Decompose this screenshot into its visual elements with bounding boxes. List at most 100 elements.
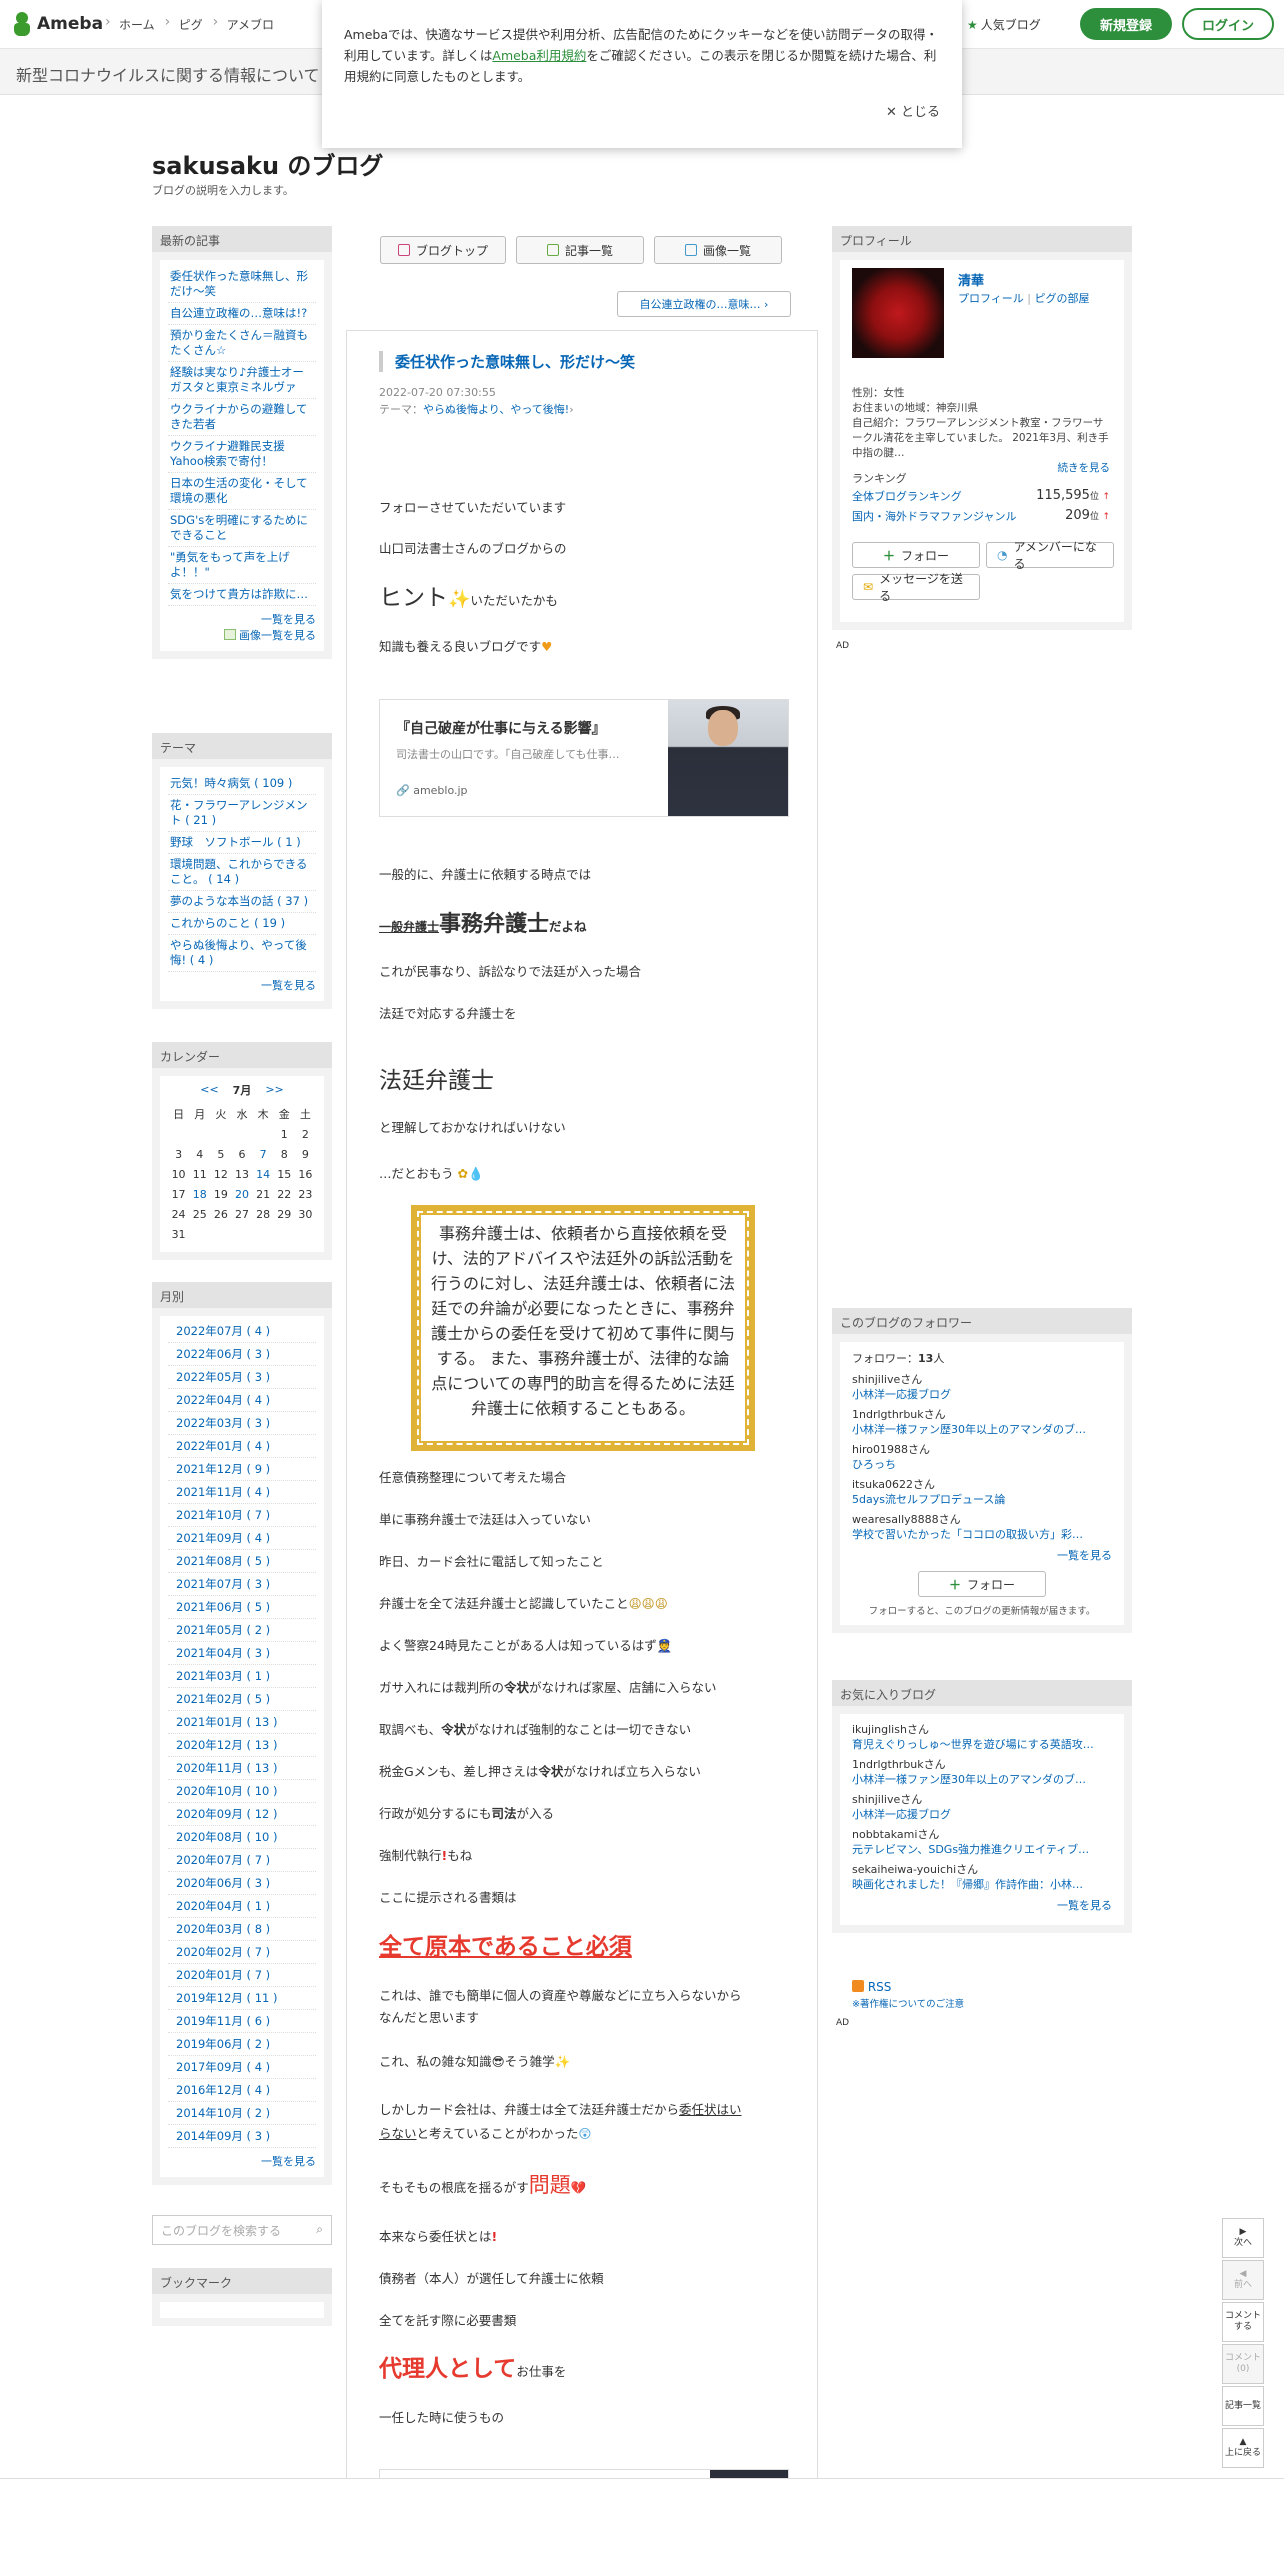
archive-item[interactable]: 2021年12月 ( 9 ): [168, 1458, 316, 1481]
profile-name[interactable]: 清華: [958, 270, 984, 289]
archive-item[interactable]: 2019年12月 ( 11 ): [168, 1987, 316, 2010]
theme-item[interactable]: 花・フラワーアレンジメント ( 21 ): [168, 795, 316, 832]
tab-blog-top[interactable]: ブログトップ: [380, 236, 506, 264]
user-blog-link[interactable]: 小林洋一応援ブログ: [852, 1387, 1112, 1402]
archive-item[interactable]: 2020年11月 ( 13 ): [168, 1757, 316, 1780]
user-blog-link[interactable]: 小林洋一応援ブログ: [852, 1807, 1112, 1822]
archive-item[interactable]: 2021年06月 ( 5 ): [168, 1596, 316, 1619]
tab-article-list[interactable]: 記事一覧: [516, 236, 644, 264]
archive-item[interactable]: 2019年11月 ( 6 ): [168, 2010, 316, 2033]
archive-item[interactable]: 2020年12月 ( 13 ): [168, 1734, 316, 1757]
latest-item[interactable]: 委任状作った意味無し、形だけ〜笑: [168, 266, 316, 303]
prev-article-link[interactable]: 自公連立政権の…意味… ›: [617, 291, 791, 317]
comment-button[interactable]: コメントする: [1222, 2302, 1264, 2342]
archive-item[interactable]: 2021年01月 ( 13 ): [168, 1711, 316, 1734]
archive-item[interactable]: 2020年10月 ( 10 ): [168, 1780, 316, 1803]
archive-item[interactable]: 2020年04月 ( 1 ): [168, 1895, 316, 1918]
followers-more-link[interactable]: 一覧を見る: [852, 1547, 1112, 1563]
calendar-day[interactable]: 7: [253, 1144, 274, 1164]
ranking-link[interactable]: 全体ブログランキング: [852, 488, 962, 504]
archive-item[interactable]: 2020年02月 ( 7 ): [168, 1941, 316, 1964]
latest-item[interactable]: 自公連立政権の…意味は!?: [168, 303, 316, 325]
user-blog-link[interactable]: 映画化されました！『帰郷』作詩作曲：小林…: [852, 1877, 1112, 1892]
latest-item[interactable]: ウクライナからの避難してきた若者: [168, 399, 316, 436]
user-blog-link[interactable]: 5days流セルフプロデュース論: [852, 1492, 1112, 1507]
images-list-link[interactable]: 画像一覧を見る: [239, 629, 316, 642]
theme-item[interactable]: 元気！時々病気 ( 109 ): [168, 773, 316, 795]
calendar-day[interactable]: 20: [231, 1184, 252, 1204]
article-theme-link[interactable]: やらぬ後悔より、やって後悔!: [423, 403, 569, 416]
login-button[interactable]: ログイン: [1182, 8, 1274, 40]
calendar-day[interactable]: 18: [189, 1184, 210, 1204]
comment-count-button[interactable]: コメント(0): [1222, 2344, 1264, 2384]
archive-item[interactable]: 2020年09月 ( 12 ): [168, 1803, 316, 1826]
archive-item[interactable]: 2021年04月 ( 3 ): [168, 1642, 316, 1665]
latest-item[interactable]: "勇気をもって声を上げよ！！": [168, 547, 316, 584]
popular-blogs-link[interactable]: ★ 人気ブログ: [967, 16, 1041, 33]
archive-item[interactable]: 2020年03月 ( 8 ): [168, 1918, 316, 1941]
nav-pigg[interactable]: ピグ: [165, 14, 213, 33]
latest-item[interactable]: ウクライナ避難民支援Yahoo検索で寄付！: [168, 436, 316, 473]
themes-more-link[interactable]: 一覧を見る: [261, 979, 316, 992]
archive-item[interactable]: 2021年11月 ( 4 ): [168, 1481, 316, 1504]
archive-item[interactable]: 2021年10月 ( 7 ): [168, 1504, 316, 1527]
message-button[interactable]: ✉ メッセージを送る: [852, 572, 980, 603]
calendar-prev[interactable]: <<: [200, 1082, 218, 1098]
rss-link[interactable]: RSS: [852, 1980, 891, 1994]
search-icon[interactable]: ⌕: [316, 2222, 323, 2237]
user-blog-link[interactable]: ひろっち: [852, 1457, 1112, 1472]
copyright-note[interactable]: ※著作権についてのご注意: [852, 1999, 964, 2010]
archive-item[interactable]: 2016年12月 ( 4 ): [168, 2079, 316, 2102]
theme-item[interactable]: 野球 ソフトボール ( 1 ): [168, 832, 316, 854]
archive-item[interactable]: 2022年05月 ( 3 ): [168, 1366, 316, 1389]
profile-avatar[interactable]: [852, 268, 944, 358]
archive-item[interactable]: 2014年10月 ( 2 ): [168, 2102, 316, 2125]
rss-label[interactable]: RSS: [868, 1980, 892, 1994]
prev-article-button[interactable]: ◀ 前へ: [1222, 2260, 1264, 2300]
archive-item[interactable]: 2020年01月 ( 7 ): [168, 1964, 316, 1987]
terms-link[interactable]: Ameba利用規約: [492, 48, 586, 63]
user-blog-link[interactable]: 小林洋一様ファン歴30年以上のアマンダのブ…: [852, 1422, 1112, 1437]
archive-item[interactable]: 2021年02月 ( 5 ): [168, 1688, 316, 1711]
back-to-top-button[interactable]: ▲ 上に戻る: [1222, 2428, 1264, 2468]
article-list-button[interactable]: 記事一覧: [1222, 2386, 1264, 2426]
user-blog-link[interactable]: 育児えぐりっしゅ〜世界を遊び場にする英語攻…: [852, 1737, 1112, 1752]
latest-item[interactable]: 預かり金たくさん＝融資もたくさん☆: [168, 325, 316, 362]
theme-item[interactable]: 夢のような本当の話 ( 37 ): [168, 891, 316, 913]
calendar-next[interactable]: >>: [265, 1082, 283, 1098]
archive-item[interactable]: 2022年03月 ( 3 ): [168, 1412, 316, 1435]
cookie-close-button[interactable]: ✕ とじる: [886, 102, 940, 123]
archive-item[interactable]: 2020年07月 ( 7 ): [168, 1849, 316, 1872]
archive-item[interactable]: 2020年08月 ( 10 ): [168, 1826, 316, 1849]
pigg-room-link[interactable]: ピグの部屋: [1034, 292, 1089, 305]
latest-item[interactable]: 日本の生活の変化・そして環境の悪化: [168, 473, 316, 510]
archive-item[interactable]: 2022年04月 ( 4 ): [168, 1389, 316, 1412]
archive-item[interactable]: 2021年08月 ( 5 ): [168, 1550, 316, 1573]
signup-button[interactable]: 新規登録: [1080, 8, 1172, 40]
archive-more-link[interactable]: 一覧を見る: [168, 2148, 316, 2169]
archive-item[interactable]: 2022年07月 ( 4 ): [168, 1320, 316, 1343]
archive-item[interactable]: 2022年01月 ( 4 ): [168, 1435, 316, 1458]
nav-home[interactable]: ホーム: [105, 14, 165, 33]
archive-item[interactable]: 2021年07月 ( 3 ): [168, 1573, 316, 1596]
theme-item[interactable]: やらぬ後悔より、やって後悔! ( 4 ): [168, 935, 316, 972]
amember-button[interactable]: ◔ アメンバーになる: [986, 540, 1114, 571]
latest-more-link[interactable]: 一覧を見る: [261, 613, 316, 626]
latest-item[interactable]: 経験は実なり♪弁護士オーガスタと東京ミネルヴァ: [168, 362, 316, 399]
calendar-day[interactable]: 14: [253, 1164, 274, 1184]
blog-title[interactable]: sakusaku のブログ: [152, 146, 383, 181]
profile-link[interactable]: プロフィール: [958, 292, 1024, 305]
archive-item[interactable]: 2017年09月 ( 4 ): [168, 2056, 316, 2079]
ranking-link[interactable]: 国内・海外ドラマファンジャンル: [852, 508, 1016, 524]
link-card[interactable]: 『自己破産が仕事に与える影響』 司法書士の山口です。「自己破産しても仕事… 🔗 …: [379, 699, 789, 817]
follow-button[interactable]: ＋ フォロー: [918, 1571, 1046, 1597]
user-blog-link[interactable]: 小林洋一様ファン歴30年以上のアマンダのブ…: [852, 1772, 1112, 1787]
profile-more-link[interactable]: 続きを見る: [1058, 462, 1111, 474]
theme-item[interactable]: 環境問題、これからできること。 ( 14 ): [168, 854, 316, 891]
next-article-button[interactable]: ▶ 次へ: [1222, 2218, 1264, 2258]
blog-search-input[interactable]: このブログを検索する ⌕: [152, 2215, 332, 2245]
theme-item[interactable]: これからのこと ( 19 ): [168, 913, 316, 935]
archive-item[interactable]: 2021年09月 ( 4 ): [168, 1527, 316, 1550]
copyright-note-link[interactable]: ※著作権についてのご注意: [852, 1996, 964, 2010]
archive-item[interactable]: 2021年03月 ( 1 ): [168, 1665, 316, 1688]
